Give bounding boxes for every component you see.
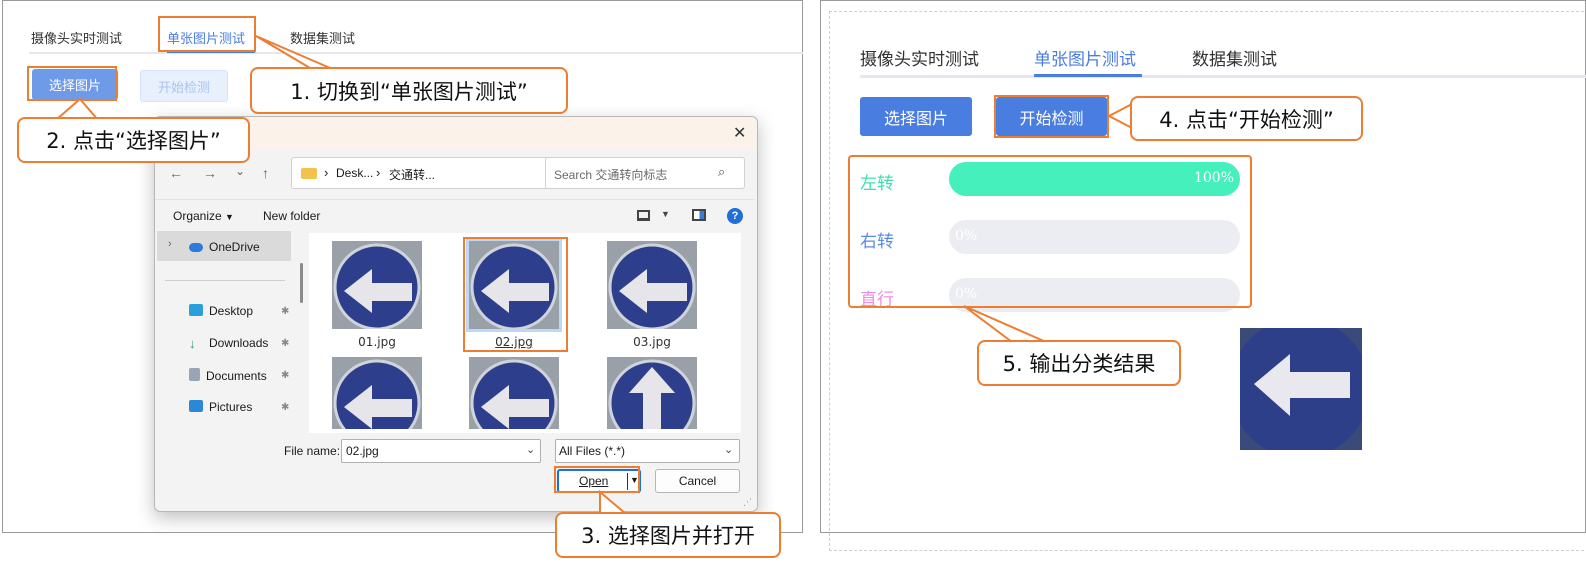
nav-label: Documents: [206, 369, 267, 383]
cancel-label: Cancel: [678, 474, 717, 488]
filename-label: File name:: [284, 444, 341, 458]
caret-down-icon: ▼: [225, 212, 234, 222]
highlight-select-image: [27, 66, 117, 101]
filetype-value: All Files (*.*): [559, 444, 626, 458]
filename-input[interactable]: 02.jpg ⌄: [341, 439, 541, 463]
tab-single-image[interactable]: 单张图片测试: [1034, 45, 1136, 70]
nav-item-onedrive[interactable]: OneDrive: [189, 240, 260, 254]
highlight-results: [848, 155, 1252, 308]
tab-dataset[interactable]: 数据集测试: [1192, 45, 1277, 70]
nav-label: Desktop: [209, 304, 254, 318]
filetype-select[interactable]: All Files (*.*) ⌄: [555, 439, 740, 463]
chevron-down-icon[interactable]: ⌄: [724, 443, 733, 456]
file-thumbnail[interactable]: [469, 357, 559, 429]
back-arrow-icon[interactable]: ←: [169, 165, 183, 181]
breadcrumb-desktop[interactable]: Desk...: [336, 166, 373, 180]
view-options-icon[interactable]: [637, 210, 650, 221]
pin-icon[interactable]: ✱: [281, 370, 289, 381]
new-folder-button[interactable]: New folder: [263, 209, 320, 223]
resize-grip-icon[interactable]: ⋰: [743, 497, 752, 508]
search-icon[interactable]: ⌕: [718, 164, 725, 180]
tab-camera-realtime[interactable]: 摄像头实时测试: [31, 28, 122, 47]
chevron-right-icon[interactable]: ›: [168, 238, 172, 250]
chevron-down-icon[interactable]: ⌄: [235, 164, 245, 178]
breadcrumb-folder[interactable]: 交通转...: [389, 166, 435, 183]
tabs-divider: [860, 75, 1586, 78]
dialog-toolbar-divider: [155, 199, 755, 200]
close-icon[interactable]: ✕: [733, 123, 746, 143]
start-detect-button[interactable]: 开始检测: [140, 70, 228, 102]
traffic-sign-image: [332, 357, 422, 429]
callout-step1: 1. 切换到“单张图片测试”: [250, 67, 568, 114]
traffic-sign-image: [332, 241, 422, 329]
nav-label: Pictures: [209, 400, 253, 414]
nav-item-pictures[interactable]: Pictures: [189, 400, 252, 414]
folder-icon: [301, 168, 317, 179]
filename-value: 02.jpg: [346, 444, 379, 458]
callout-step2: 2. 点击“选择图片”: [17, 117, 250, 163]
desktop-icon: [189, 304, 203, 316]
search-placeholder: Search 交通转向标志: [554, 168, 668, 182]
file-thumbnail[interactable]: [607, 241, 697, 329]
pin-icon[interactable]: ✱: [281, 402, 289, 413]
nav-item-documents[interactable]: Documents: [189, 368, 267, 383]
file-thumbnail[interactable]: [607, 357, 697, 429]
breadcrumb-separator: ›: [324, 165, 329, 180]
select-image-button[interactable]: 选择图片: [860, 97, 972, 136]
traffic-sign-image: [469, 357, 559, 429]
cancel-button[interactable]: Cancel: [655, 469, 740, 493]
search-box[interactable]: Search 交通转向标志 ⌕: [545, 157, 745, 189]
tab-dataset[interactable]: 数据集测试: [290, 28, 355, 47]
highlight-tab-single-image: [158, 16, 256, 52]
tabs-divider: [29, 52, 803, 54]
highlight-open-button: [554, 466, 640, 493]
active-tab-underline: [1034, 74, 1142, 77]
forward-arrow-icon[interactable]: →: [203, 165, 217, 181]
file-name-label[interactable]: 03.jpg: [607, 335, 697, 349]
breadcrumb-separator: ›: [376, 165, 381, 180]
pin-icon[interactable]: ✱: [281, 306, 289, 317]
callout-step3: 3. 选择图片并打开: [555, 512, 781, 558]
document-icon: [189, 368, 200, 381]
callout-step5: 5. 输出分类结果: [977, 340, 1181, 386]
highlight-file-02: [463, 237, 568, 352]
nav-divider: [165, 280, 285, 281]
cloud-icon: [189, 243, 203, 252]
file-name-label[interactable]: 01.jpg: [332, 335, 422, 349]
organize-label: Organize: [173, 209, 222, 223]
highlight-start-detect: [994, 95, 1109, 138]
callout-step4: 4. 点击“开始检测”: [1130, 96, 1363, 141]
preview-pane-icon[interactable]: [692, 209, 706, 221]
pin-icon[interactable]: ✱: [281, 338, 289, 349]
nav-item-downloads[interactable]: ↓ Downloads: [189, 336, 269, 351]
download-icon: ↓: [189, 336, 196, 351]
up-arrow-icon[interactable]: ↑: [262, 165, 269, 181]
chevron-down-icon[interactable]: ⌄: [526, 443, 535, 456]
nav-scrollbar[interactable]: [300, 263, 303, 303]
traffic-sign-image: [607, 357, 697, 429]
organize-menu[interactable]: Organize ▼: [173, 209, 234, 223]
file-thumbnail[interactable]: [332, 357, 422, 429]
nav-label: Downloads: [209, 336, 269, 350]
file-thumbnail[interactable]: [332, 241, 422, 329]
nav-item-desktop[interactable]: Desktop: [189, 304, 253, 318]
help-icon[interactable]: ?: [727, 208, 743, 224]
traffic-sign-image: [607, 241, 697, 329]
nav-pane: › OneDrive Desktop ✱ ↓ Downloads ✱ Docume…: [155, 229, 300, 433]
nav-label: OneDrive: [209, 240, 260, 254]
caret-down-icon[interactable]: ▼: [661, 209, 670, 219]
left-turn-sign-image: [1240, 328, 1362, 450]
picture-icon: [189, 400, 203, 412]
result-image: [1240, 328, 1362, 450]
tab-camera-realtime[interactable]: 摄像头实时测试: [860, 45, 979, 70]
